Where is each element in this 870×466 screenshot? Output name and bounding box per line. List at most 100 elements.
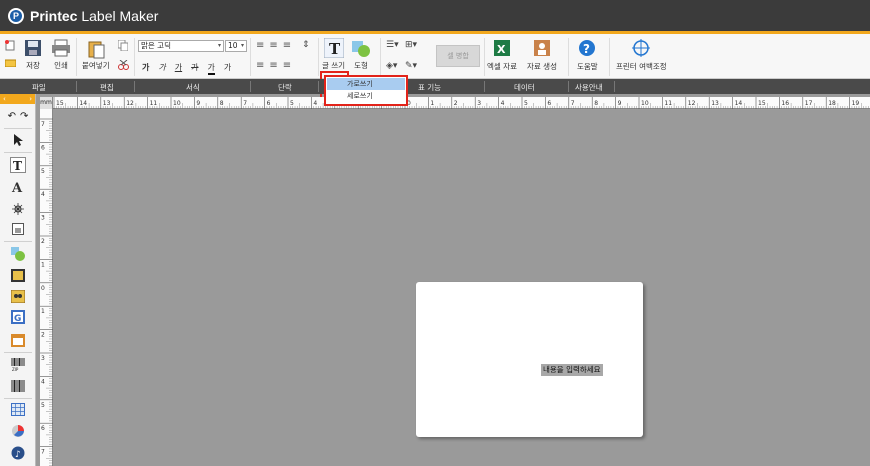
ruler-number: 6 xyxy=(547,100,551,107)
shapes-icon xyxy=(11,247,25,261)
generate-data-button[interactable]: 자료 생성 xyxy=(527,39,557,72)
undo-redo-buttons[interactable]: ↶ ↷ xyxy=(6,108,30,124)
chevron-left-icon[interactable]: ‹ xyxy=(3,94,6,104)
divider xyxy=(568,81,569,92)
ribbon-toolbar: 저장 인쇄 붙여넣기 맑은 고딕 ▾ 10 ▾ 가 가 가 가 가 가 ≡≡≡ ⇕ … xyxy=(0,34,870,107)
text-t-icon: T xyxy=(323,38,344,58)
line-style-icon[interactable]: ☰▾ xyxy=(386,40,399,50)
ruler-number: 1 xyxy=(41,308,45,315)
merge-cells-button[interactable]: 셀 병합 xyxy=(436,45,480,67)
italic-button[interactable]: 가 xyxy=(158,62,165,75)
printec-logo-icon: P xyxy=(8,7,24,24)
ruler-number: 12 xyxy=(126,100,134,107)
tool-palette: ‹ › ↶ ↷ T A G ZIP ♪ xyxy=(0,94,36,466)
logo-g-tool[interactable]: G xyxy=(10,309,26,325)
font-name-select[interactable]: 맑은 고딕 ▾ xyxy=(138,40,224,52)
ruler-number: 19 xyxy=(852,100,860,107)
chart-tool[interactable] xyxy=(10,423,26,439)
write-text-dropdown: 가로쓰기 세로쓰기 xyxy=(324,75,408,106)
font-color-button[interactable]: 가 xyxy=(207,62,215,75)
group-label-format: 서식 xyxy=(186,83,200,92)
border-icon[interactable]: ⊞▾ xyxy=(405,40,417,50)
new-file-icon[interactable] xyxy=(5,40,15,54)
label-text-object[interactable]: 내용을 입력하세요 xyxy=(541,364,603,376)
copy-icon[interactable] xyxy=(117,39,129,54)
calendar-tool[interactable] xyxy=(10,332,26,348)
ruler-number: 3 xyxy=(41,355,45,362)
paste-button[interactable]: 붙여넣기 xyxy=(82,39,110,71)
strike-button[interactable]: 가 xyxy=(191,62,198,75)
barcode-tool[interactable] xyxy=(10,378,26,394)
help-icon: ? xyxy=(579,40,596,56)
svg-text:?: ? xyxy=(583,42,590,56)
divider xyxy=(76,38,77,76)
ruler-number: 9 xyxy=(618,100,622,107)
help-button[interactable]: ? 도움말 xyxy=(577,39,598,72)
printer-icon xyxy=(52,39,70,57)
menu-item-horizontal-writing[interactable]: 가로쓰기 xyxy=(327,78,405,90)
format-buttons: 가 가 가 가 가 가 xyxy=(142,62,231,75)
zip-barcode-tool[interactable]: ZIP xyxy=(10,356,26,372)
ruler-number: 10 xyxy=(641,100,649,107)
write-text-button[interactable]: T 글 쓰기 xyxy=(322,38,345,71)
group-label-file: 파일 xyxy=(32,83,46,92)
svg-text:♪: ♪ xyxy=(15,450,21,460)
font-size-select[interactable]: 10 ▾ xyxy=(225,40,247,52)
divider xyxy=(4,398,32,399)
divider xyxy=(568,38,569,76)
ruler-number: 12 xyxy=(688,100,696,107)
letter-a-icon: A xyxy=(11,181,23,194)
ruler-number: 2 xyxy=(41,332,45,339)
bold-button[interactable]: 가 xyxy=(142,62,149,75)
underline-button[interactable]: 가 xyxy=(175,62,182,75)
menu-item-vertical-writing[interactable]: 세로쓰기 xyxy=(327,90,405,102)
shape-button[interactable]: 도형 xyxy=(351,40,371,71)
clipart-tool[interactable] xyxy=(10,288,26,304)
label-canvas[interactable] xyxy=(416,282,643,437)
divider xyxy=(250,81,251,92)
undo-icon[interactable]: ↶ xyxy=(8,111,16,122)
ruler-number: 4 xyxy=(501,100,505,107)
shapes-icon xyxy=(352,41,370,57)
ruler-number: 4 xyxy=(313,100,317,107)
chevron-down-icon: ▾ xyxy=(217,42,221,49)
excel-data-button[interactable]: X 엑셀 자료 xyxy=(487,39,517,72)
ruler-number: 2 xyxy=(454,100,458,107)
divider xyxy=(614,81,615,92)
cut-icon[interactable] xyxy=(118,59,129,73)
table-tool[interactable] xyxy=(10,401,26,417)
chevron-right-icon[interactable]: › xyxy=(29,94,32,104)
ruler-number: 6 xyxy=(41,425,45,432)
align-buttons-bottom[interactable]: ≡≡≡ xyxy=(256,60,296,71)
pie-chart-icon xyxy=(12,425,24,437)
ruler-number: 13 xyxy=(711,100,719,107)
print-button[interactable]: 인쇄 xyxy=(51,39,71,71)
image-tool[interactable] xyxy=(10,267,26,283)
save-button[interactable]: 저장 xyxy=(24,39,42,71)
text-tool[interactable]: T xyxy=(10,157,26,173)
shape-tool[interactable] xyxy=(10,246,26,262)
align-buttons-top[interactable]: ≡≡≡ xyxy=(256,40,296,51)
pointer-tool[interactable] xyxy=(10,132,26,148)
symbol-tool[interactable] xyxy=(10,201,26,217)
redo-icon[interactable]: ↷ xyxy=(20,111,28,122)
divider xyxy=(318,81,319,92)
ruler-number: 10 xyxy=(173,100,181,107)
text-size-button[interactable]: 가 xyxy=(224,62,231,75)
title-bar: P Printec Label Maker xyxy=(0,0,870,31)
art-text-tool[interactable]: A xyxy=(10,179,26,195)
ruler-number: 0 xyxy=(41,285,45,292)
zip-barcode-icon: ZIP xyxy=(11,358,25,371)
printer-margin-button[interactable]: 프린터 여백조정 xyxy=(616,39,667,72)
fill-color-icon[interactable]: ◈▾ xyxy=(386,61,397,71)
line-spacing-icon[interactable]: ⇕ xyxy=(302,40,310,50)
frame-tool[interactable] xyxy=(10,221,26,237)
image-icon xyxy=(11,268,25,282)
music-tool[interactable]: ♪ xyxy=(10,445,26,461)
ruler-number: 1 xyxy=(41,261,45,268)
ruler-number: 4 xyxy=(41,378,45,385)
ruler-number: 11 xyxy=(150,100,158,107)
ruler-number: 3 xyxy=(41,215,45,222)
pen-color-icon[interactable]: ✎▾ xyxy=(405,61,417,71)
open-folder-icon[interactable] xyxy=(4,58,17,70)
